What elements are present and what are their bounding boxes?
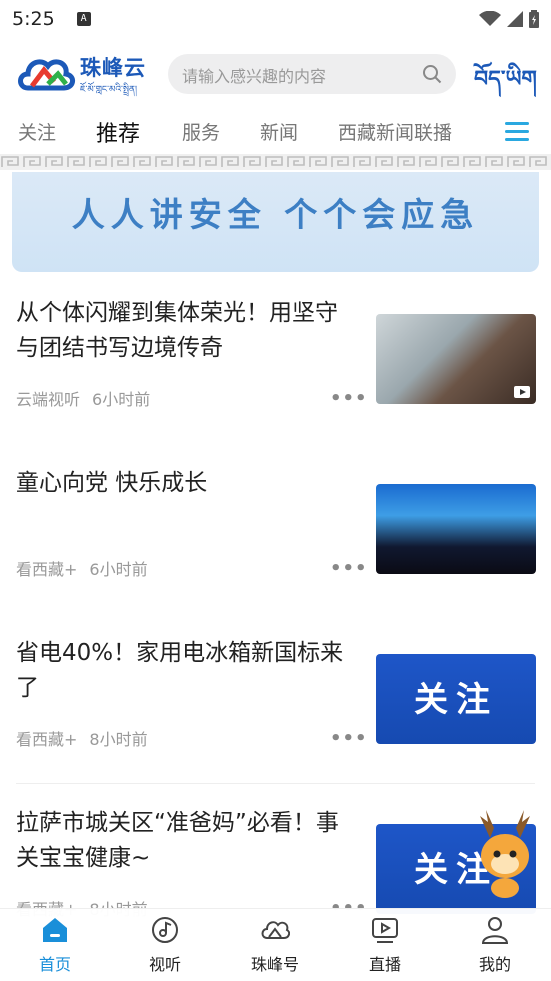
news-thumbnail	[376, 314, 536, 404]
news-thumbnail	[376, 484, 536, 574]
cloud-icon	[261, 921, 290, 939]
search-input[interactable]: 请输入感兴趣的内容	[168, 54, 456, 94]
decorative-pattern	[0, 154, 551, 170]
nav-home[interactable]: 首页	[20, 915, 90, 975]
app-logo[interactable]: 珠峰云 ཇོ་མོ་གླང་མའི་སྤྲིན།	[18, 50, 158, 100]
tab-news[interactable]: 新闻	[260, 118, 298, 145]
promo-banner[interactable]: 人人讲安全 个个会应急	[12, 172, 539, 272]
news-title: 从个体闪耀到集体荣光！用坚守与团结书写边境传奇	[16, 300, 338, 361]
battery-icon	[529, 10, 539, 28]
news-time: 6小时前	[89, 560, 148, 579]
home-icon	[43, 918, 67, 942]
signal-icon	[507, 11, 523, 27]
nav-audio-video[interactable]: 视听	[130, 915, 200, 975]
more-icon[interactable]: •••	[330, 728, 368, 749]
news-title: 拉萨市城关区“准爸妈”必看！事关宝宝健康~	[16, 810, 339, 871]
news-title: 童心向党 快乐成长	[16, 470, 208, 496]
tab-service[interactable]: 服务	[182, 118, 220, 145]
news-meta: 看西藏+ 8小时前	[16, 726, 148, 750]
nav-label: 首页	[38, 955, 71, 974]
menu-icon[interactable]	[505, 122, 529, 142]
news-source: 看西藏+	[16, 730, 78, 749]
news-meta: 看西藏+ 6小时前	[16, 556, 148, 580]
nav-label: 视听	[148, 955, 181, 974]
banner-text: 人人讲安全 个个会应急	[71, 195, 480, 234]
more-icon[interactable]: •••	[330, 558, 368, 579]
nav-live[interactable]: 直播	[350, 915, 420, 975]
search-placeholder: 请输入感兴趣的内容	[182, 67, 327, 86]
status-bar: 5:25 A	[0, 0, 551, 38]
wifi-icon	[479, 11, 501, 26]
news-meta: 云端视听 6小时前	[16, 386, 150, 410]
tibetan-language-link[interactable]: བོད་ཡིག	[474, 54, 537, 116]
channel-tabs: 关注 推荐 服务 新闻 西藏新闻联播	[0, 110, 551, 163]
nav-label: 直播	[368, 955, 401, 974]
news-thumbnail: 关注	[376, 654, 536, 744]
list-item[interactable]: 从个体闪耀到集体荣光！用坚守与团结书写边境传奇 云端视听 6小时前 •••	[0, 274, 551, 444]
bottom-nav: 首页 视听 珠峰号 直播 我的	[0, 908, 551, 981]
user-icon	[481, 917, 509, 944]
more-icon[interactable]: •••	[330, 388, 368, 409]
nav-label: 珠峰号	[250, 955, 299, 974]
thumbnail-label: 关注	[414, 680, 498, 720]
news-time: 6小时前	[92, 390, 151, 409]
nav-label: 我的	[478, 955, 511, 974]
search-icon[interactable]	[422, 64, 442, 84]
tab-tibet-news-broadcast[interactable]: 西藏新闻联播	[338, 118, 452, 145]
news-source: 云端视听	[16, 390, 81, 409]
cloud-logo-icon	[18, 59, 75, 91]
list-item[interactable]: 省电40%！家用电冰箱新国标来了 看西藏+ 8小时前 ••• 关注	[0, 614, 551, 784]
logo-name: 珠峰云	[80, 56, 146, 80]
logo-subtitle: ཇོ་མོ་གླང་མའི་སྤྲིན།	[80, 85, 137, 95]
list-item[interactable]: 童心向党 快乐成长 看西藏+ 6小时前 •••	[0, 444, 551, 614]
tab-recommend[interactable]: 推荐	[96, 116, 140, 148]
notification-a-icon: A	[76, 12, 91, 26]
video-play-icon	[514, 386, 530, 398]
status-icons	[479, 10, 539, 28]
mascot-icon[interactable]	[470, 808, 540, 900]
app-header: 珠峰云 ཇོ་མོ་གླང་མའི་སྤྲིན། 请输入感兴趣的内容 བོད་ཡ…	[0, 38, 551, 110]
status-time: 5:25	[12, 8, 55, 30]
news-title: 省电40%！家用电冰箱新国标来了	[16, 640, 344, 701]
music-icon	[152, 917, 178, 943]
nav-zhufeng-account[interactable]: 珠峰号	[240, 915, 310, 975]
play-icon	[372, 918, 398, 943]
tab-follow[interactable]: 关注	[18, 118, 56, 145]
news-source: 看西藏+	[16, 560, 78, 579]
nav-mine[interactable]: 我的	[460, 915, 530, 975]
news-time: 8小时前	[89, 730, 148, 749]
